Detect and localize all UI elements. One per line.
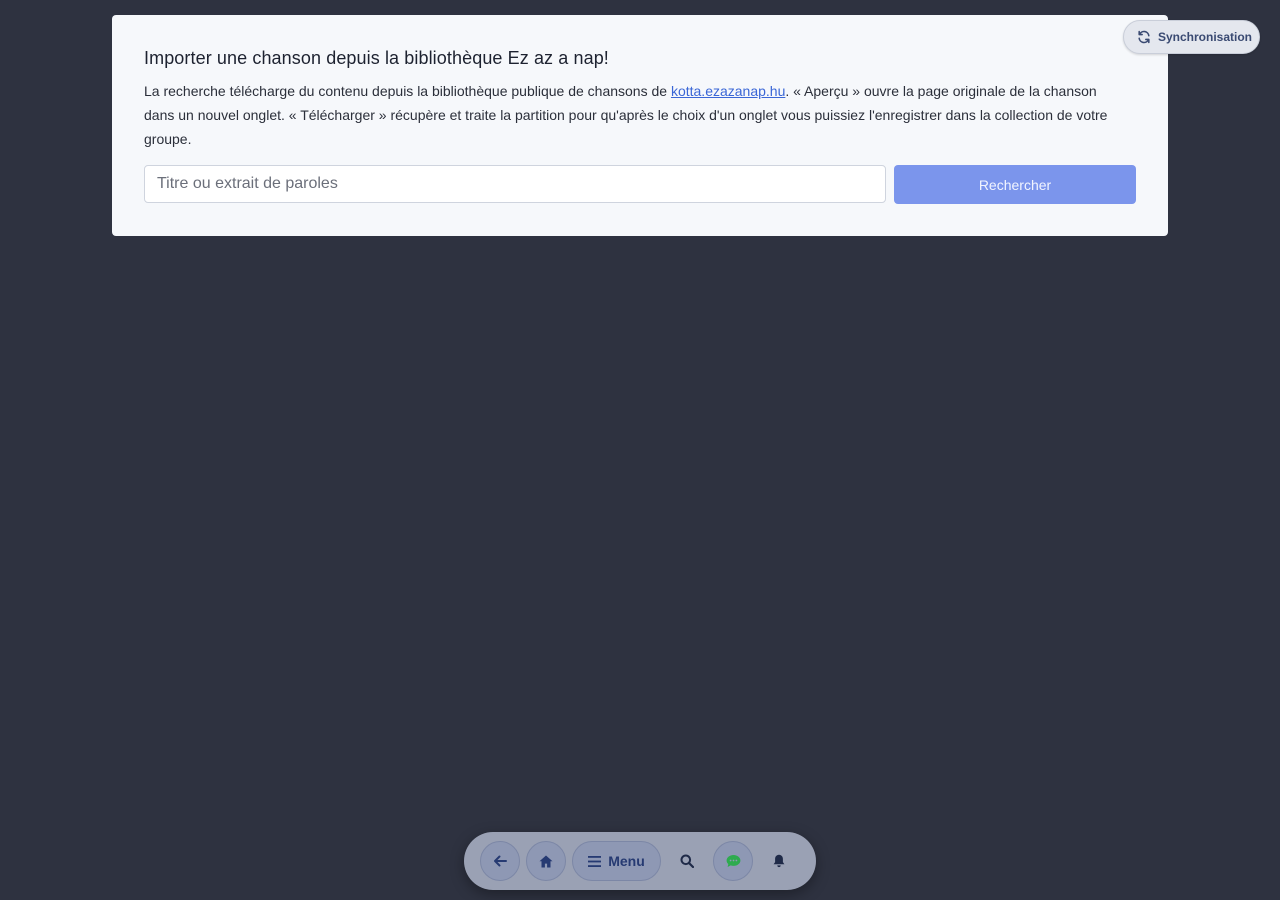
modal-title: Importer une chanson depuis la bibliothè… <box>144 48 609 68</box>
hamburger-icon <box>588 855 602 867</box>
chat-button[interactable] <box>713 841 753 881</box>
library-link[interactable]: kotta.ezazanap.hu <box>671 83 785 99</box>
menu-button[interactable]: Menu <box>572 841 661 881</box>
bottom-navigation-bar: Menu <box>464 832 816 890</box>
search-nav-button[interactable] <box>667 841 707 881</box>
bell-icon <box>773 854 785 868</box>
sync-label: Synchronisation <box>1158 30 1253 44</box>
description-before-link: La recherche télécharge du contenu depui… <box>144 83 671 99</box>
menu-label: Menu <box>608 853 645 869</box>
sync-icon <box>1138 30 1150 44</box>
back-button[interactable] <box>480 841 520 881</box>
modal-description: La recherche télécharge du contenu depui… <box>144 79 1124 151</box>
search-icon <box>680 854 694 868</box>
arrow-left-icon <box>494 855 507 867</box>
sync-button[interactable]: Synchronisation <box>1123 20 1260 54</box>
chat-icon <box>726 855 740 867</box>
search-button[interactable]: Rechercher <box>894 165 1136 204</box>
search-row: Rechercher <box>144 165 1136 204</box>
home-button[interactable] <box>526 841 566 881</box>
import-song-modal: Importer une chanson depuis la bibliothè… <box>112 15 1168 236</box>
search-input[interactable] <box>144 165 886 203</box>
notifications-button[interactable] <box>759 841 799 881</box>
home-icon <box>539 855 553 867</box>
